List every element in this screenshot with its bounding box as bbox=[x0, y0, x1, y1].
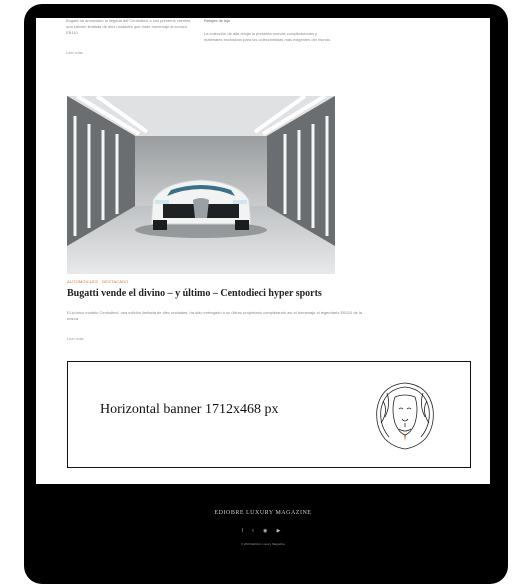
read-more-link[interactable]: Leer más bbox=[67, 336, 84, 341]
youtube-icon[interactable]: ▶ bbox=[277, 529, 285, 534]
article-title[interactable]: Relojes de lujo bbox=[204, 18, 334, 23]
lion-logo-icon bbox=[376, 382, 434, 450]
footer-brand[interactable]: EDIOBRE LUXURY MAGAZINE bbox=[36, 510, 490, 516]
site-footer: EDIOBRE LUXURY MAGAZINE f t ◉ ▶ © 2024 E… bbox=[36, 484, 490, 570]
featured-image[interactable] bbox=[67, 96, 335, 274]
article-excerpt: El icónico modelo Centodieci, una edició… bbox=[67, 310, 363, 321]
article-categories[interactable]: AUTOMÓVILES · DESTACADO bbox=[67, 279, 129, 284]
article-card-left: Bugatti ha anunciado la llegada del Cent… bbox=[66, 18, 196, 55]
article-headline[interactable]: Bugatti vende el divino – y último – Cen… bbox=[67, 288, 367, 299]
read-more-link[interactable]: Leer más bbox=[66, 50, 196, 55]
article-excerpt: La colección de alta relojería presenta … bbox=[204, 31, 332, 42]
social-links: f t ◉ ▶ bbox=[36, 528, 490, 534]
banner-text: Horizontal banner 1712x468 px bbox=[100, 402, 279, 417]
ad-banner[interactable]: Horizontal banner 1712x468 px bbox=[67, 361, 471, 468]
article-card-right: Relojes de lujo La colección de alta rel… bbox=[204, 18, 334, 43]
instagram-icon[interactable]: ◉ bbox=[263, 529, 271, 534]
car-showroom-image bbox=[67, 96, 335, 274]
page-viewport[interactable]: Bugatti ha anunciado la llegada del Cent… bbox=[36, 18, 490, 570]
twitter-icon[interactable]: t bbox=[252, 529, 257, 534]
copyright-text: © 2024 Edición Luxury Magazine bbox=[240, 542, 286, 546]
article-excerpt: Bugatti ha anunciado la llegada del Cent… bbox=[66, 18, 192, 35]
facebook-icon[interactable]: f bbox=[241, 529, 247, 534]
